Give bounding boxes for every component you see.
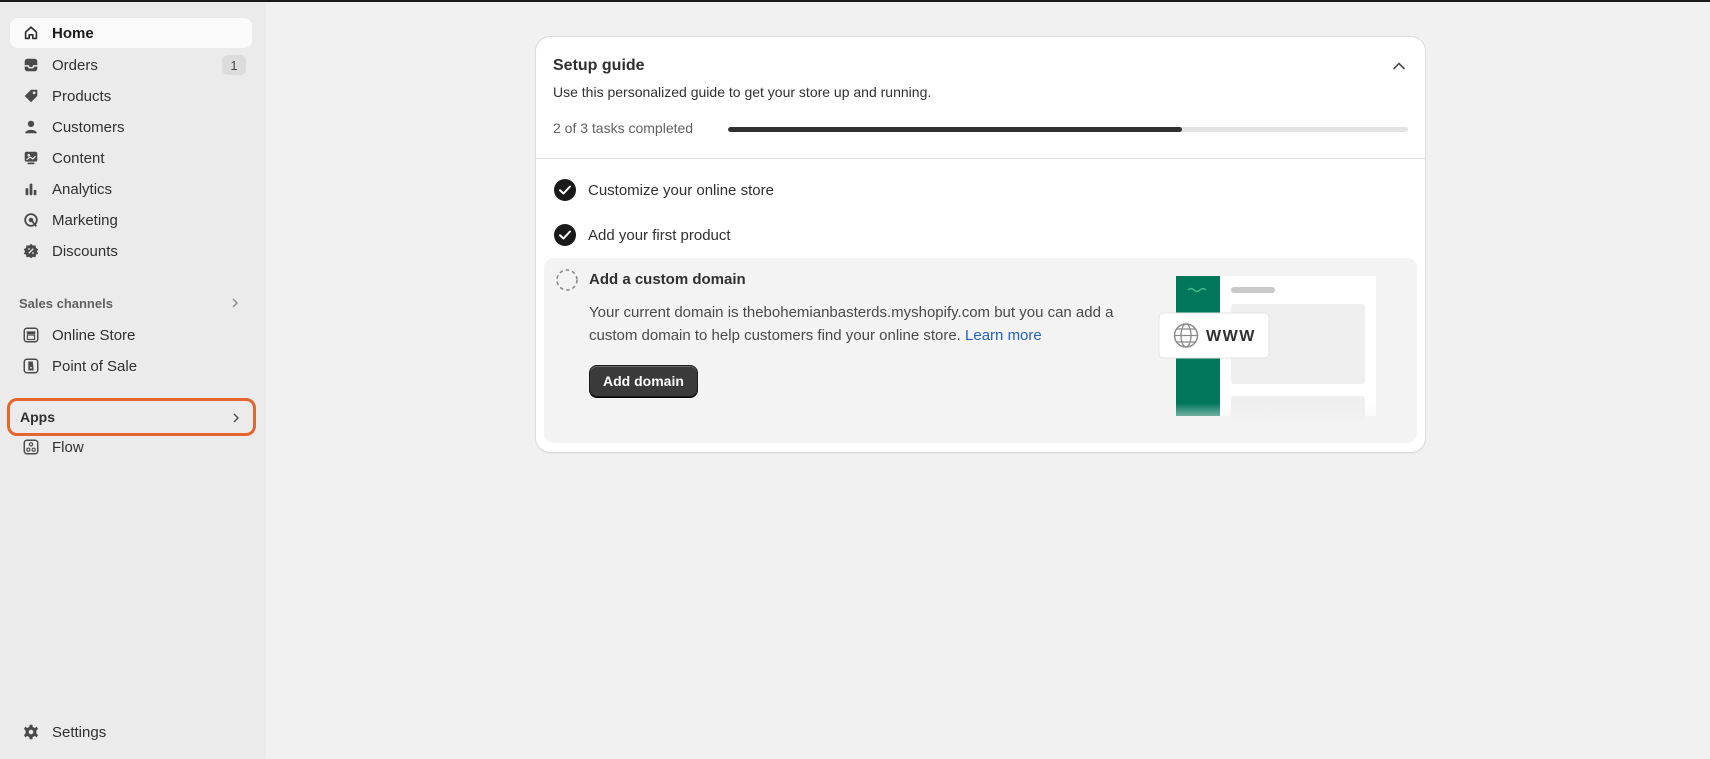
task-description: Your current domain is thebohemianbaster… [589,301,1129,347]
sidebar-item-label: Discounts [52,242,118,260]
sidebar-item-discounts[interactable]: Discounts [10,236,252,266]
tag-icon [22,87,40,105]
gear-icon [22,723,40,741]
www-label: WWW [1206,328,1256,345]
chevron-up-icon[interactable] [1389,56,1409,76]
setup-guide-card: Setup guide Use this personalized guide … [536,37,1425,452]
sales-channels-header[interactable]: Sales channels [10,288,252,318]
section-label: Apps [20,409,55,425]
pos-icon [22,357,40,375]
task-label: Add your first product [588,226,731,244]
sidebar-item-customers[interactable]: Customers [10,112,252,142]
checkmark-circle-icon [554,224,576,246]
setup-guide-subtitle: Use this personalized guide to get your … [553,84,932,100]
task-title: Add a custom domain [589,271,746,288]
sidebar-item-label: Flow [52,438,84,456]
sidebar-item-marketing[interactable]: Marketing [10,205,252,235]
progress-label: 2 of 3 tasks completed [553,120,694,136]
progress-bar-fill [728,127,1182,132]
sidebar-item-label: Settings [52,723,107,741]
domain-illustration: WWW [1152,276,1402,431]
dashed-circle-icon[interactable] [555,268,579,292]
sidebar-item-analytics[interactable]: Analytics [10,174,252,204]
sidebar-item-label: Home [52,24,94,42]
learn-more-link[interactable]: Learn more [965,327,1042,344]
image-icon [22,149,40,167]
sidebar-item-label: Marketing [52,211,118,229]
setup-guide-title: Setup guide [553,57,645,74]
sidebar-item-content[interactable]: Content [10,143,252,173]
task-item[interactable]: Customize your online store [553,176,774,204]
sidebar-item-label: Content [52,149,105,167]
sidebar-item-label: Orders [52,56,98,74]
discount-icon [22,242,40,260]
sidebar-item-label: Point of Sale [52,357,138,375]
chevron-right-icon [233,413,239,423]
person-icon [22,118,40,136]
sidebar-item-point-of-sale[interactable]: Point of Sale [10,351,252,381]
task-item[interactable]: Add your first product [553,221,731,249]
sidebar-item-online-store[interactable]: Online Store [10,320,252,350]
task-label: Customize your online store [588,181,774,199]
home-icon [22,24,40,42]
sidebar-item-flow[interactable]: Flow [10,432,252,462]
sidebar-item-orders[interactable]: Orders 1 [10,50,252,80]
sidebar-item-label: Customers [52,118,125,136]
target-icon [22,211,40,229]
progress-bar [728,127,1408,132]
store-icon [22,326,40,344]
checkmark-circle-icon [554,179,576,201]
sidebar: Home Orders 1 Products Customers Content… [0,2,266,759]
sidebar-item-label: Analytics [52,180,113,198]
sidebar-item-home[interactable]: Home [10,18,252,48]
orders-count-badge: 1 [222,55,246,75]
add-domain-button[interactable]: Add domain [589,365,698,397]
sidebar-item-label: Products [52,87,112,105]
flow-icon [22,438,40,456]
sidebar-item-label: Online Store [52,326,136,344]
apps-header[interactable]: Apps [7,398,256,436]
chevron-right-icon [232,298,238,308]
sidebar-item-products[interactable]: Products [10,81,252,111]
sidebar-item-settings[interactable]: Settings [10,717,252,747]
bar-chart-icon [22,180,40,198]
task-item-expanded: Add a custom domain Your current domain … [544,258,1417,443]
inbox-icon [22,56,40,74]
divider [536,158,1425,159]
section-label: Sales channels [19,295,113,311]
